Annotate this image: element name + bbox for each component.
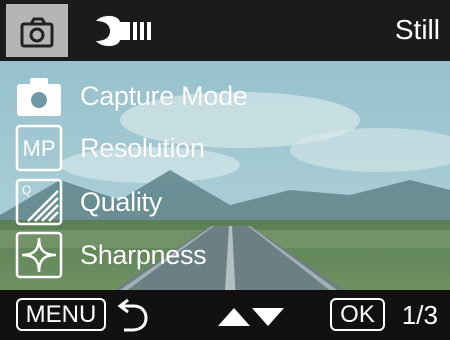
menu-item-label: Sharpness: [80, 239, 207, 270]
camera-icon: [20, 17, 54, 48]
menu-item-sharpness[interactable]: Sharpness: [14, 229, 434, 281]
bottom-bar: MENU OK 1/3: [0, 290, 450, 340]
menu-button[interactable]: MENU: [16, 298, 106, 331]
tab-camera[interactable]: [6, 4, 68, 57]
page-indicator: 1/3: [401, 300, 438, 330]
back-arrow-icon[interactable]: [112, 296, 152, 334]
ok-button[interactable]: OK: [330, 298, 385, 331]
menu-item-label: Quality: [80, 186, 162, 217]
wrench-icon: [96, 15, 151, 47]
tab-tools[interactable]: [92, 14, 158, 48]
menu-item-resolution[interactable]: MP Resolution: [14, 122, 434, 174]
menu-item-quality[interactable]: Q Quality: [14, 176, 434, 228]
svg-text:Q: Q: [22, 183, 31, 197]
top-bar: Still: [0, 0, 450, 61]
menu-item-label: Capture Mode: [80, 80, 248, 111]
menu-item-label: Resolution: [80, 132, 205, 163]
menu-item-capture-mode[interactable]: Capture Mode: [14, 70, 434, 122]
up-down-arrows-icon[interactable]: [214, 302, 286, 330]
camera-icon: [14, 71, 64, 121]
sharpness-icon: [14, 230, 64, 280]
quality-icon: Q: [14, 177, 64, 227]
capture-mode-status: Still: [394, 14, 440, 45]
camera-settings-screen: Still Capture Mode MP Resolution Q Quali…: [0, 0, 450, 340]
svg-text:MP: MP: [23, 136, 56, 161]
megapixel-icon: MP: [14, 123, 64, 173]
